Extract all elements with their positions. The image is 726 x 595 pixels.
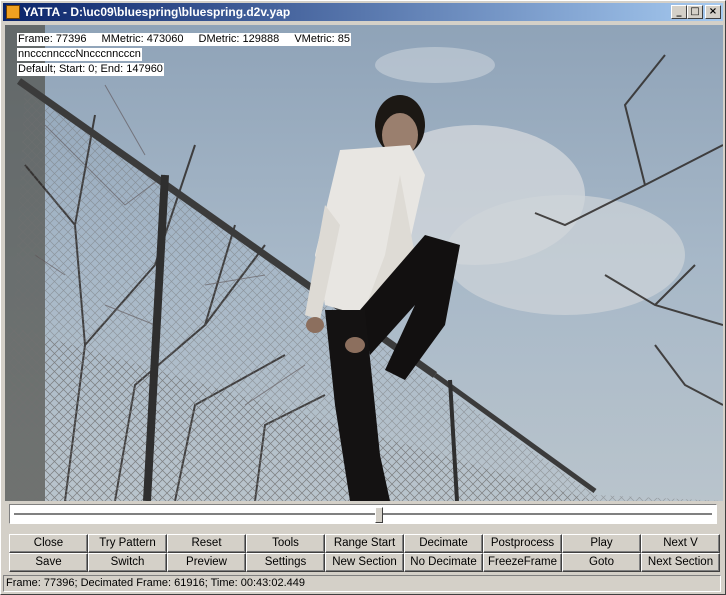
- status-bar: Frame: 77396; Decimated Frame: 61916; Ti…: [3, 575, 721, 592]
- app-icon: [6, 5, 20, 19]
- decimate-button[interactable]: Decimate: [404, 534, 483, 553]
- dmetric-value: DMetric: 129888: [198, 33, 280, 45]
- mmetric-value: MMetric: 473060: [101, 33, 184, 45]
- goto-button[interactable]: Goto: [562, 553, 641, 572]
- new-section-button[interactable]: New Section: [325, 553, 404, 572]
- video-frame-image: [5, 25, 723, 501]
- play-button[interactable]: Play: [562, 534, 641, 553]
- range-start-button[interactable]: Range Start: [325, 534, 404, 553]
- vmetric-value: VMetric: 85: [294, 33, 350, 45]
- settings-button[interactable]: Settings: [246, 553, 325, 572]
- metrics-overlay: Frame: 77396 MMetric: 473060 DMetric: 12…: [17, 33, 351, 46]
- switch-button[interactable]: Switch: [88, 553, 167, 572]
- save-button[interactable]: Save: [9, 553, 88, 572]
- window-title: YATTA - D:\uc09\bluespring\bluespring.d2…: [23, 5, 291, 19]
- close-window-button[interactable]: ×: [705, 5, 721, 19]
- button-panel: Close Try Pattern Reset Tools Range Star…: [9, 534, 720, 572]
- postprocess-button[interactable]: Postprocess: [483, 534, 562, 553]
- frame-slider[interactable]: [9, 504, 717, 524]
- title-bar[interactable]: YATTA - D:\uc09\bluespring\bluespring.d2…: [3, 3, 723, 21]
- close-button[interactable]: Close: [9, 534, 88, 553]
- video-preview[interactable]: Frame: 77396 MMetric: 473060 DMetric: 12…: [5, 25, 723, 501]
- next-v-button[interactable]: Next V: [641, 534, 720, 553]
- slider-groove: [14, 513, 712, 516]
- reset-button[interactable]: Reset: [167, 534, 246, 553]
- preview-button[interactable]: Preview: [167, 553, 246, 572]
- frame-metric: Frame: 77396: [18, 33, 87, 45]
- pattern-overlay: nncccnncccNncccnncccn: [17, 48, 142, 61]
- freezeframe-button[interactable]: FreezeFrame: [483, 553, 562, 572]
- maximize-button[interactable]: □: [687, 5, 703, 19]
- try-pattern-button[interactable]: Try Pattern: [88, 534, 167, 553]
- no-decimate-button[interactable]: No Decimate: [404, 553, 483, 572]
- slider-thumb[interactable]: [374, 507, 383, 523]
- section-overlay: Default; Start: 0; End: 147960: [17, 63, 164, 76]
- minimize-button[interactable]: _: [671, 5, 687, 19]
- tools-button[interactable]: Tools: [246, 534, 325, 553]
- next-section-button[interactable]: Next Section: [641, 553, 720, 572]
- yatta-window: YATTA - D:\uc09\bluespring\bluespring.d2…: [0, 0, 726, 595]
